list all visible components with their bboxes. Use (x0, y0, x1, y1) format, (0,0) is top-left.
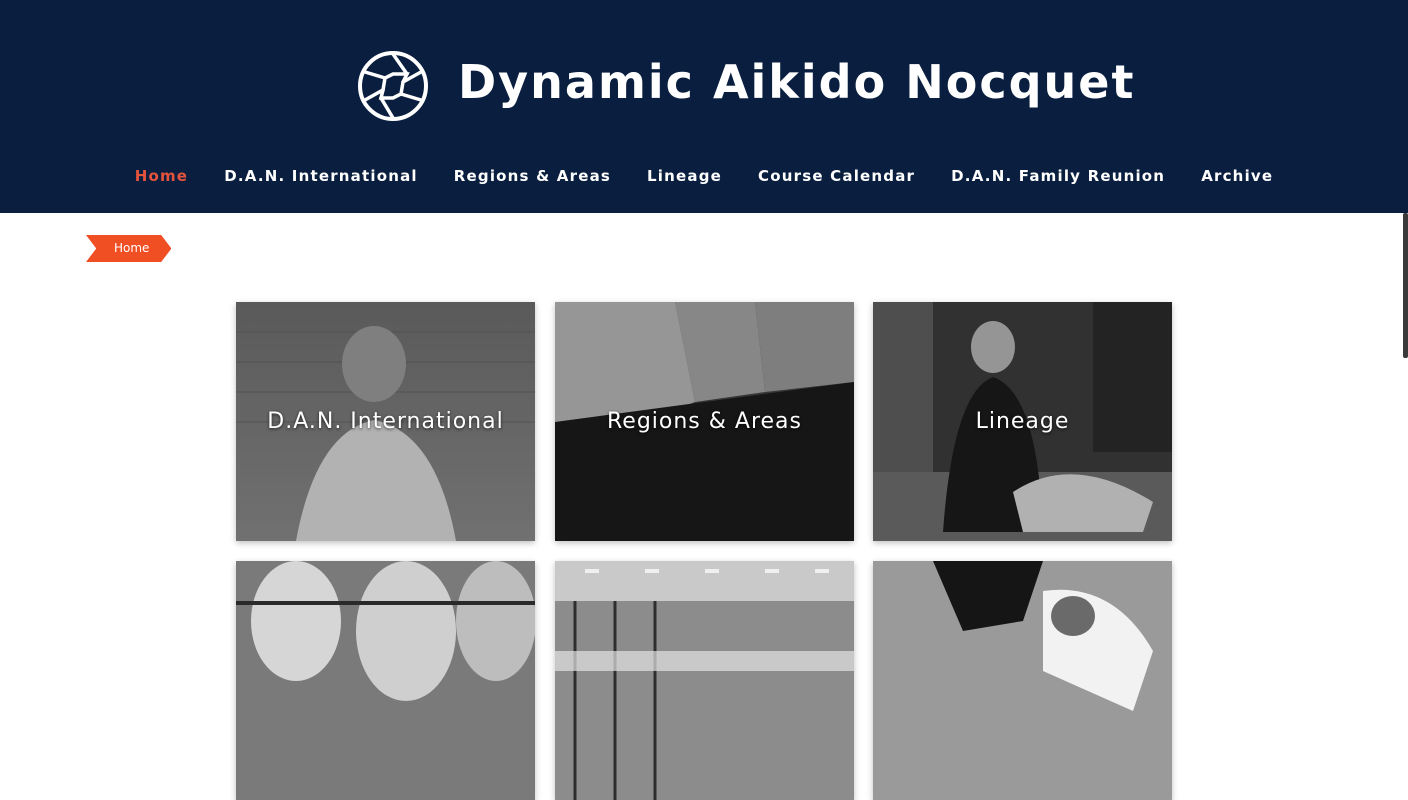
breadcrumb-item-home[interactable]: Home (86, 235, 172, 262)
tile-dojo[interactable] (555, 561, 854, 800)
tile-regions-areas[interactable]: Regions & Areas (555, 302, 854, 541)
nav-item-regions-areas[interactable]: Regions & Areas (454, 160, 611, 192)
nav-item-dan-international[interactable]: D.A.N. International (224, 160, 418, 192)
tile-training[interactable] (236, 561, 535, 800)
tile-label: D.A.N. International (267, 409, 504, 434)
tile-dan-international[interactable]: D.A.N. International (236, 302, 535, 541)
main-nav: Home D.A.N. International Regions & Area… (0, 160, 1408, 192)
site-title[interactable]: Dynamic Aikido Nocquet (458, 50, 1135, 114)
tile-label: Regions & Areas (606, 409, 802, 434)
nav-item-lineage[interactable]: Lineage (647, 160, 722, 192)
aperture-logo-icon[interactable] (357, 50, 429, 122)
tile-technique[interactable] (873, 561, 1172, 800)
nav-item-course-calendar[interactable]: Course Calendar (758, 160, 915, 192)
page-scrollbar[interactable] (1403, 213, 1408, 358)
tile-lineage[interactable]: Lineage (873, 302, 1172, 541)
tile-label: Lineage (975, 409, 1070, 434)
site-header: Dynamic Aikido Nocquet Home D.A.N. Inter… (0, 0, 1408, 213)
tile-label (236, 561, 535, 800)
nav-item-archive[interactable]: Archive (1201, 160, 1273, 192)
tile-label (873, 561, 1172, 800)
nav-item-home[interactable]: Home (135, 160, 188, 192)
breadcrumb: Home (86, 235, 172, 262)
tile-label (555, 561, 854, 800)
nav-item-family-reunion[interactable]: D.A.N. Family Reunion (951, 160, 1165, 192)
